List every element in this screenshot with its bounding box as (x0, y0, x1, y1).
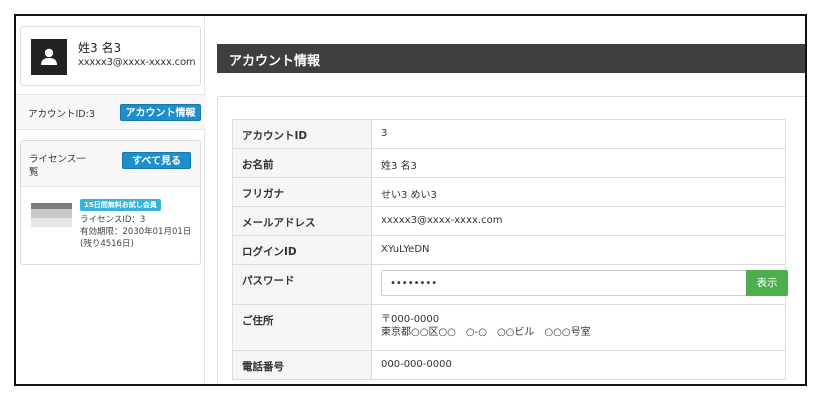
show-password-button[interactable]: 表示 (746, 270, 788, 296)
table-row: ログインID XYuLYeDN (232, 235, 786, 265)
license-remaining: (残り4516日) (80, 239, 134, 249)
account-row: アカウントID:3 アカウント情報 (16, 94, 205, 130)
address-row: ご住所 〒000-0000 東京都○○区○○ ○-○ ○○ビル ○○○号室 (232, 304, 786, 351)
row-value: XYuLYeDN (371, 235, 786, 265)
row-value: せい3 めい3 (371, 177, 786, 207)
profile-name: 姓3 名3 (78, 41, 122, 55)
address-label: ご住所 (232, 304, 372, 351)
phone-label: 電話番号 (232, 350, 372, 380)
address-cell: 〒000-0000 東京都○○区○○ ○-○ ○○ビル ○○○号室 (371, 304, 786, 351)
password-cell: •••••••• 表示 (371, 264, 788, 305)
profile-email: xxxxx3@xxxx-xxxx.com (78, 57, 196, 68)
account-info-panel: アカウントID 3 お名前 姓3 名3 フリガナ せい3 めい3 メールアドレス… (217, 96, 805, 384)
profile-card: 姓3 名3 xxxxx3@xxxx-xxxx.com (20, 26, 201, 86)
table-row: アカウントID 3 (232, 119, 786, 149)
row-label: フリガナ (232, 177, 372, 207)
row-label: ログインID (232, 235, 372, 265)
phone-row: 電話番号 000-000-0000 (232, 350, 786, 380)
table-row: メールアドレス xxxxx3@xxxx-xxxx.com (232, 206, 786, 236)
license-expiry: 有効期限：2030年01月01日 (80, 227, 192, 237)
password-field[interactable]: •••••••• (381, 270, 747, 296)
password-label: パスワード (232, 264, 372, 305)
row-label: メールアドレス (232, 206, 372, 236)
row-label: お名前 (232, 148, 372, 178)
row-label: アカウントID (232, 119, 372, 149)
table-row: お名前 姓3 名3 (232, 148, 786, 178)
trial-badge: 15日間無料お試し会員 (80, 199, 161, 211)
account-info-button[interactable]: アカウント情報 (120, 104, 201, 121)
user-silhouette-icon (41, 48, 57, 65)
sidebar: 姓3 名3 xxxxx3@xxxx-xxxx.com アカウントID:3 アカウ… (16, 16, 205, 384)
account-info-table: アカウントID 3 お名前 姓3 名3 フリガナ せい3 めい3 メールアドレス… (232, 119, 788, 380)
account-id-label: アカウントID:3 (28, 109, 95, 120)
user-avatar-icon (31, 39, 67, 75)
page-frame: 姓3 名3 xxxxx3@xxxx-xxxx.com アカウントID:3 アカウ… (14, 14, 807, 386)
row-value: 姓3 名3 (371, 148, 786, 178)
table-row: フリガナ せい3 めい3 (232, 177, 786, 207)
row-value: 3 (371, 119, 786, 149)
password-row: パスワード •••••••• 表示 (232, 264, 788, 305)
license-id: ライセンスID：3 (80, 215, 146, 225)
license-list-title: ライセンス一覧 (29, 154, 86, 178)
row-value: xxxxx3@xxxx-xxxx.com (371, 206, 786, 236)
address-line: 東京都○○区○○ ○-○ ○○ビル ○○○号室 (381, 327, 591, 338)
section-header: アカウント情報 (217, 44, 805, 73)
license-header: ライセンス一覧 すべて見る (21, 141, 200, 187)
see-all-button[interactable]: すべて見る (122, 152, 191, 169)
password-field-group: •••••••• 表示 (381, 270, 788, 298)
license-card: ライセンス一覧 すべて見る 15日間無料お試し会員 ライセンスID：3 有効期限… (20, 140, 201, 265)
postal-code: 〒000-0000 (381, 314, 440, 325)
page-title: アカウント情報 (229, 54, 321, 69)
license-card-icon[interactable] (31, 199, 72, 229)
phone-value: 000-000-0000 (371, 350, 786, 380)
